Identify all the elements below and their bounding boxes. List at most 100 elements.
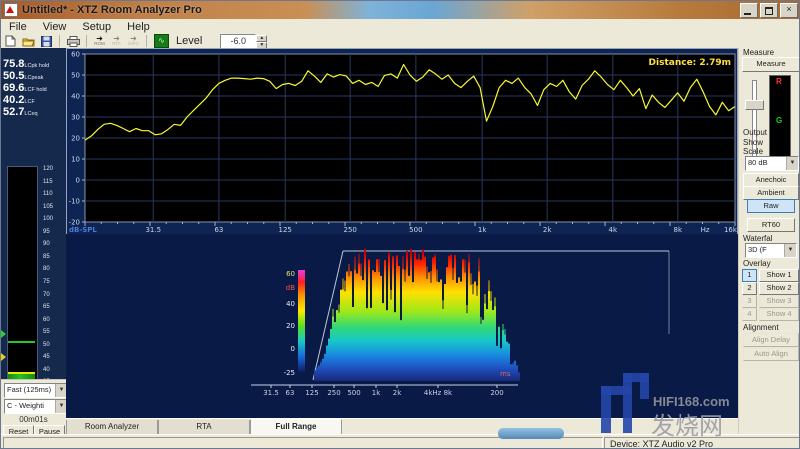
reading-lcf: 40.2LCF bbox=[3, 90, 65, 102]
print-button[interactable] bbox=[65, 35, 81, 48]
svg-text:20: 20 bbox=[286, 322, 295, 330]
new-file-button[interactable] bbox=[2, 35, 18, 48]
svg-text:31.5: 31.5 bbox=[263, 389, 279, 397]
svg-text:Distance: 2.79m: Distance: 2.79m bbox=[649, 58, 731, 68]
frequency-response-chart: 6050403020100-10-2031.5631252505001k2k4k… bbox=[67, 49, 737, 235]
view-tabs: Room Analyzer RTA Full Range bbox=[66, 418, 738, 435]
waterfall-group-label: Waterfal bbox=[743, 234, 773, 243]
overlay-3-button[interactable]: 3 bbox=[742, 295, 757, 308]
green-hold-marker bbox=[1, 330, 6, 338]
svg-text:0: 0 bbox=[291, 345, 295, 353]
svg-text:20: 20 bbox=[71, 135, 80, 143]
export-rom-button[interactable]: ➜ROM bbox=[92, 35, 107, 48]
yellow-hold-marker bbox=[1, 353, 6, 361]
meter-letter-r: R bbox=[776, 77, 782, 86]
waterfall-panel: 60dB40200-2531.5631252505001k2k4kHz 8k20… bbox=[66, 234, 738, 418]
close-button[interactable]: × bbox=[780, 3, 798, 18]
scale-select[interactable]: 80 dB▼ bbox=[745, 156, 799, 171]
rt60-button[interactable]: RT60 bbox=[747, 218, 795, 232]
svg-text:Hz: Hz bbox=[701, 226, 710, 234]
svg-text:125: 125 bbox=[279, 226, 292, 234]
output-slider-thumb[interactable] bbox=[745, 100, 764, 110]
waterfall-3d-chart: 60dB40200-2531.5631252505001k2k4kHz 8k20… bbox=[66, 234, 738, 418]
svg-text:dB: dB bbox=[286, 284, 295, 292]
menu-setup[interactable]: Setup bbox=[74, 21, 119, 33]
reading-lcpeak: 50.5LCpeak bbox=[3, 66, 65, 78]
show-3-button[interactable]: Show 3 bbox=[759, 295, 799, 308]
input-level-meter: R G L bbox=[769, 75, 791, 169]
menu-file[interactable]: File bbox=[1, 21, 35, 33]
restore-button[interactable] bbox=[760, 3, 778, 18]
svg-text:2k: 2k bbox=[393, 389, 402, 397]
minimize-button[interactable] bbox=[740, 3, 758, 18]
show-4-button[interactable]: Show 4 bbox=[759, 308, 799, 321]
control-panel: Measure Measure R G L Output Show Scale … bbox=[738, 48, 800, 434]
svg-text:-25: -25 bbox=[284, 369, 295, 377]
level-label: Level bbox=[176, 35, 202, 47]
speed-select[interactable]: Fast (125ms)▼ bbox=[4, 383, 68, 398]
print-icon bbox=[67, 36, 80, 47]
svg-text:dB-SPL: dB-SPL bbox=[69, 226, 97, 234]
window-title: Untitled* - XTZ Room Analyzer Pro bbox=[22, 4, 202, 16]
reading-lcf-hold: 69.6LCF hold bbox=[3, 78, 65, 90]
toolbar: ➜ROM ➜RTA ➜INFO ∿ Level -6.0 ▲▼ bbox=[1, 34, 800, 49]
device-status: Device: XTZ Audio v2 Pro bbox=[604, 437, 800, 449]
level-spinner[interactable]: ▲▼ bbox=[256, 35, 267, 48]
svg-text:60: 60 bbox=[286, 270, 295, 278]
save-icon bbox=[41, 36, 52, 47]
anechoic-button[interactable]: Anechoic bbox=[743, 173, 799, 187]
auto-align-button[interactable]: Auto Align bbox=[743, 347, 799, 361]
overlay-1-button[interactable]: 1 bbox=[742, 269, 757, 282]
svg-text:250: 250 bbox=[344, 226, 357, 234]
app-icon bbox=[4, 3, 18, 17]
meter-letter-g: G bbox=[776, 116, 782, 125]
waterfall-mode-select[interactable]: 3D (F▼ bbox=[745, 243, 797, 258]
save-button[interactable] bbox=[38, 35, 54, 48]
output-label: Output bbox=[743, 128, 767, 137]
align-delay-button[interactable]: Align Delay bbox=[743, 333, 799, 347]
measure-group-label: Measure bbox=[743, 48, 774, 57]
status-bar: Device: XTZ Audio v2 Pro bbox=[1, 434, 800, 449]
chevron-down-icon: ▼ bbox=[786, 157, 798, 170]
weighting-select[interactable]: C - Weighti▼ bbox=[4, 399, 68, 414]
menu-view[interactable]: View bbox=[35, 21, 75, 33]
svg-text:8k: 8k bbox=[674, 226, 683, 234]
svg-text:10: 10 bbox=[71, 156, 80, 164]
show-label: Show bbox=[743, 138, 763, 147]
svg-text:40: 40 bbox=[286, 300, 295, 308]
export-rta-button[interactable]: ➜RTA bbox=[109, 35, 124, 48]
raw-button[interactable]: Raw bbox=[747, 199, 795, 213]
svg-text:0: 0 bbox=[76, 177, 80, 185]
ambient-button[interactable]: Ambient bbox=[743, 186, 799, 200]
tab-rta[interactable]: RTA bbox=[158, 420, 250, 435]
svg-text:500: 500 bbox=[347, 389, 360, 397]
alignment-group-label: Alignment bbox=[743, 323, 779, 332]
svg-text:31.5: 31.5 bbox=[145, 226, 161, 234]
overlay-2-button[interactable]: 2 bbox=[742, 282, 757, 295]
svg-text:1k: 1k bbox=[478, 226, 487, 234]
generator-icon[interactable]: ∿ bbox=[154, 34, 169, 48]
svg-text:ms: ms bbox=[500, 370, 511, 378]
measure-button[interactable]: Measure bbox=[742, 57, 800, 72]
scale-label: Scale bbox=[743, 147, 763, 156]
svg-text:200: 200 bbox=[490, 389, 503, 397]
menu-help[interactable]: Help bbox=[119, 21, 158, 33]
chevron-down-icon: ▼ bbox=[784, 244, 796, 257]
level-value-input[interactable]: -6.0 bbox=[220, 34, 256, 49]
spin-up-icon: ▲ bbox=[256, 35, 267, 42]
tab-room-analyzer[interactable]: Room Analyzer bbox=[66, 420, 158, 435]
svg-text:60: 60 bbox=[71, 51, 80, 59]
svg-text:4k: 4k bbox=[609, 226, 618, 234]
show-2-button[interactable]: Show 2 bbox=[759, 282, 799, 295]
title-bar: Untitled* - XTZ Room Analyzer Pro × bbox=[1, 1, 800, 19]
open-file-button[interactable] bbox=[20, 35, 36, 48]
show-1-button[interactable]: Show 1 bbox=[759, 269, 799, 282]
svg-text:-10: -10 bbox=[69, 198, 80, 206]
new-file-icon bbox=[5, 35, 16, 47]
app-window: Untitled* - XTZ Room Analyzer Pro × File… bbox=[0, 0, 800, 449]
spl-meter-panel: 75.8LCpk hold 50.5LCpeak 69.6LCF hold 40… bbox=[1, 48, 66, 379]
export-info-button[interactable]: ➜INFO bbox=[126, 35, 141, 48]
overlay-4-button[interactable]: 4 bbox=[742, 308, 757, 321]
svg-text:500: 500 bbox=[409, 226, 422, 234]
svg-text:250: 250 bbox=[327, 389, 340, 397]
